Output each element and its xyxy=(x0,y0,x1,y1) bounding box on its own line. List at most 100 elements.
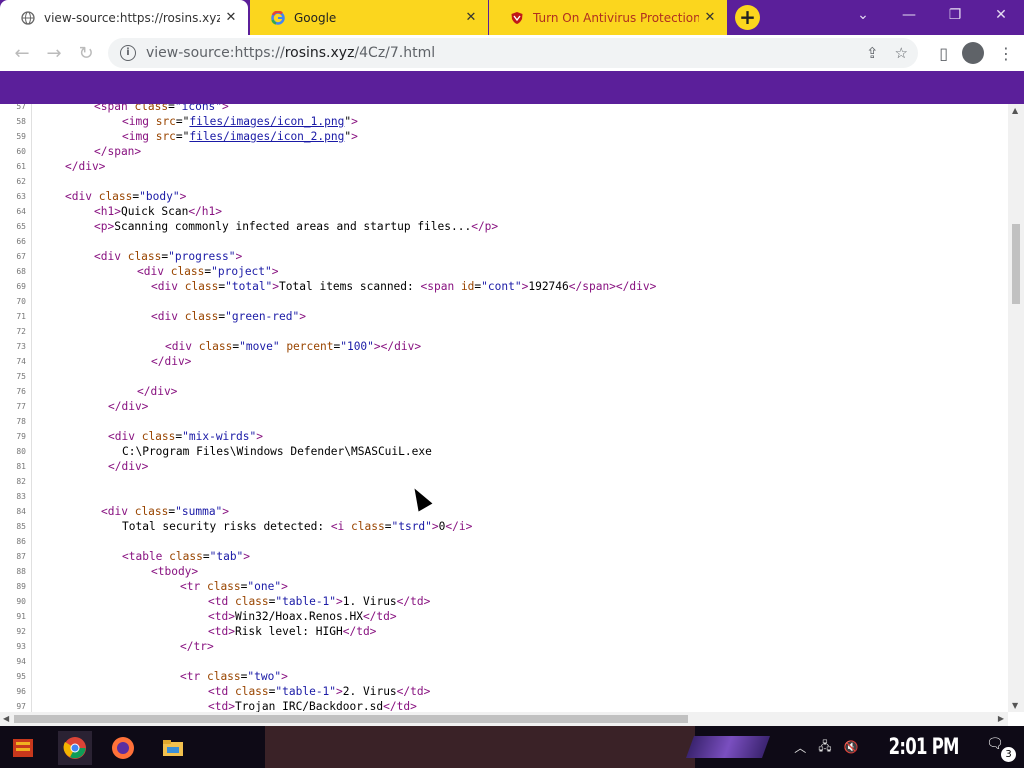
bookmark-bar xyxy=(0,71,1024,104)
source-line: 80 C:\Program Files\Windows Defender\MSAS… xyxy=(0,444,1000,459)
line-number: 78 xyxy=(16,417,26,426)
site-info-icon[interactable]: i xyxy=(120,45,136,61)
source-code: <tr class="one"> xyxy=(180,580,288,593)
minimize-icon[interactable]: — xyxy=(886,0,932,30)
source-code: <div class="green-red"> xyxy=(151,310,306,323)
line-number: 69 xyxy=(16,282,26,291)
line-number: 75 xyxy=(16,372,26,381)
source-code: </div> xyxy=(108,400,149,413)
source-line: 82 xyxy=(0,474,1000,489)
source-line: 77 </div> xyxy=(0,399,1000,414)
url-host: rosins.xyz xyxy=(284,45,355,61)
source-code: C:\Program Files\Windows Defender\MSASCu… xyxy=(122,445,432,458)
source-line: 79 <div class="mix-wirds"> xyxy=(0,429,1000,444)
source-code: Total security risks detected: <i class=… xyxy=(122,520,473,533)
source-line: 92 <td>Risk level: HIGH</td> xyxy=(0,624,1000,639)
close-tab-icon[interactable]: ✕ xyxy=(699,10,721,25)
reload-icon[interactable]: ↻ xyxy=(70,43,102,64)
line-number: 97 xyxy=(16,702,26,711)
source-code: </div> xyxy=(108,460,149,473)
vertical-scrollbar[interactable]: ▲ ▼ xyxy=(1008,104,1024,712)
source-line: 67 <div class="progress"> xyxy=(0,249,1000,264)
tab-view-source[interactable]: view-source:https://rosins.xyz ✕ xyxy=(0,0,248,35)
close-window-icon[interactable]: ✕ xyxy=(978,0,1024,30)
tab-search-icon[interactable]: ⌄ xyxy=(840,0,886,30)
line-number: 58 xyxy=(16,117,26,126)
line-number: 87 xyxy=(16,552,26,561)
source-code: <table class="tab"> xyxy=(122,550,251,563)
source-code: </tr> xyxy=(180,640,214,653)
source-link[interactable]: files/images/icon_2.png xyxy=(189,130,344,143)
notification-badge: 3 xyxy=(1001,747,1016,762)
url-prefix: view-source:https:// xyxy=(146,45,285,61)
firefox-icon[interactable] xyxy=(106,731,140,765)
source-code: <span class="icons"> xyxy=(94,104,229,113)
source-line: 85 Total security risks detected: <i clas… xyxy=(0,519,1000,534)
horizontal-scrollbar[interactable]: ◀ ▶ xyxy=(0,712,1008,726)
line-number: 68 xyxy=(16,267,26,276)
address-bar[interactable]: i view-source:https://rosins.xyz/4Cz/7.h… xyxy=(108,38,918,68)
close-tab-icon[interactable]: ✕ xyxy=(220,10,242,25)
volume-muted-icon[interactable]: 🔇 xyxy=(844,740,859,754)
bookmark-star-icon[interactable]: ☆ xyxy=(895,44,908,62)
profile-avatar-icon[interactable] xyxy=(962,42,984,64)
share-icon[interactable]: ⇪ xyxy=(866,44,879,62)
source-line: 58 <img src="files/images/icon_1.png"> xyxy=(0,114,1000,129)
scroll-left-icon[interactable]: ◀ xyxy=(3,714,9,723)
chrome-icon[interactable] xyxy=(58,731,92,765)
tab-google[interactable]: Google ✕ xyxy=(250,0,488,35)
restore-icon[interactable]: ❐ xyxy=(932,0,978,30)
horizontal-scroll-thumb[interactable] xyxy=(14,715,688,723)
source-link[interactable]: files/images/icon_1.png xyxy=(189,115,344,128)
source-code: <img src="files/images/icon_2.png"> xyxy=(122,130,358,143)
toolbar: ← → ↻ i view-source:https://rosins.xyz/4… xyxy=(0,35,1024,71)
back-icon[interactable]: ← xyxy=(6,43,38,64)
source-code: <div class="body"> xyxy=(65,190,187,203)
line-number: 77 xyxy=(16,402,26,411)
source-code: </span> xyxy=(94,145,142,158)
url-path: /4Cz/7.html xyxy=(354,45,436,61)
tab-antivirus[interactable]: Turn On Antivirus Protection ✕ xyxy=(489,0,727,35)
line-number: 64 xyxy=(16,207,26,216)
line-number: 59 xyxy=(16,132,26,141)
source-line: 73 <div class="move" percent="100"></div> xyxy=(0,339,1000,354)
windows-start-icon[interactable] xyxy=(6,731,40,765)
line-number: 82 xyxy=(16,477,26,486)
globe-icon xyxy=(20,10,36,26)
new-tab-button[interactable]: + xyxy=(735,5,760,30)
source-code: <h1>Quick Scan</h1> xyxy=(94,205,222,218)
google-icon xyxy=(270,10,286,26)
network-icon[interactable]: 🖧 xyxy=(818,737,831,758)
source-line: 87 <table class="tab"> xyxy=(0,549,1000,564)
forward-icon[interactable]: → xyxy=(38,43,70,64)
source-line: 96 <td class="table-1">2. Virus</td> xyxy=(0,684,1000,699)
source-line: 94 xyxy=(0,654,1000,669)
line-number: 94 xyxy=(16,657,26,666)
line-number: 73 xyxy=(16,342,26,351)
chevron-up-icon[interactable]: ︿ xyxy=(794,739,806,756)
line-number: 65 xyxy=(16,222,26,231)
source-line: 71 <div class="green-red"> xyxy=(0,309,1000,324)
scroll-down-icon[interactable]: ▼ xyxy=(1012,701,1018,710)
scroll-up-icon[interactable]: ▲ xyxy=(1012,106,1018,115)
line-number: 79 xyxy=(16,432,26,441)
line-number: 96 xyxy=(16,687,26,696)
source-line: 72 xyxy=(0,324,1000,339)
clock[interactable]: 2:01 PM xyxy=(888,735,959,760)
taskbar-window-area xyxy=(265,726,695,768)
scroll-right-icon[interactable]: ▶ xyxy=(998,714,1004,723)
source-line: 91 <td>Win32/Hoax.Renos.HX</td> xyxy=(0,609,1000,624)
side-panel-icon[interactable]: ▯ xyxy=(939,44,948,63)
close-tab-icon[interactable]: ✕ xyxy=(460,10,482,25)
source-line: 59 <img src="files/images/icon_2.png"> xyxy=(0,129,1000,144)
source-line: 76 </div> xyxy=(0,384,1000,399)
source-line: 63 <div class="body"> xyxy=(0,189,1000,204)
line-number: 86 xyxy=(16,537,26,546)
notification-icon[interactable]: 🗨 3 xyxy=(986,736,1016,762)
menu-kebab-icon[interactable]: ⋮ xyxy=(998,44,1014,63)
vertical-scroll-thumb[interactable] xyxy=(1012,224,1020,304)
file-explorer-icon[interactable] xyxy=(156,731,190,765)
tab-title: Google xyxy=(294,10,337,25)
line-number: 84 xyxy=(16,507,26,516)
line-number: 66 xyxy=(16,237,26,246)
